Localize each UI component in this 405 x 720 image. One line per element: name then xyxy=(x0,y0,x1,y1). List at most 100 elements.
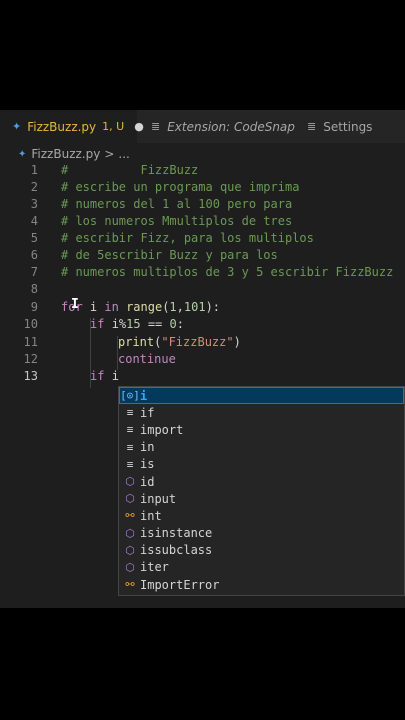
variable-icon: [⊙] xyxy=(120,389,140,403)
number-token: 1 xyxy=(169,300,177,314)
suggestion-label: ImportError xyxy=(140,577,220,592)
class-icon: ⚯ xyxy=(125,509,135,523)
code-line-9[interactable]: for i in range(1,101): xyxy=(61,299,220,316)
line-number: 8 xyxy=(30,282,38,296)
code-line-7[interactable]: # numeros multiplos de 3 y 5 escribir Fi… xyxy=(61,264,393,281)
tab-settings[interactable]: ≣ Settings xyxy=(293,110,405,143)
number-token: 101 xyxy=(183,300,206,314)
line-number: 6 xyxy=(30,248,38,262)
suggestion-item[interactable]: ≡ import xyxy=(119,421,404,438)
method-cube-icon: ⬡ xyxy=(125,560,135,574)
settings-icon: ≣ xyxy=(307,120,317,133)
autocomplete-dropdown[interactable]: [⊙] i ≡ if ≡ import ≡ in ≡ is ⬡ id ⬡ input ⚯ int… xyxy=(118,386,405,596)
suggestion-item[interactable]: ≡ if xyxy=(119,404,404,421)
tab-label: Extension: CodeSnap xyxy=(167,119,295,134)
keyword-icon: ≡ xyxy=(126,440,134,454)
line-number: 1 xyxy=(30,163,38,177)
suggestion-label: input xyxy=(140,491,177,506)
suggestion-item[interactable]: ≡ in xyxy=(119,439,404,456)
code-line-13[interactable]: if i xyxy=(90,368,119,385)
suggestion-label: id xyxy=(140,474,155,489)
keyword-token: in xyxy=(104,300,119,314)
variable-token: i xyxy=(111,317,119,331)
suggestion-label: i xyxy=(140,388,148,403)
line-number: 5 xyxy=(30,231,38,245)
line-number: 11 xyxy=(23,335,38,349)
extension-icon: ≣ xyxy=(151,120,161,133)
keyword-token: if xyxy=(90,369,105,383)
method-cube-icon: ⬡ xyxy=(125,543,135,557)
tab-extension-codesnap[interactable]: ≣ Extension: CodeSnap xyxy=(137,110,295,143)
code-line-1[interactable]: # FizzBuzz xyxy=(61,162,198,179)
tab-bar: ✦ FizzBuzz.py 1, U ● ≣ Extension: CodeSn… xyxy=(0,110,405,143)
line-number: 2 xyxy=(30,180,38,194)
function-token: range xyxy=(126,300,163,314)
chevron-right-icon: > xyxy=(104,147,115,161)
suggestion-label: issubclass xyxy=(140,543,213,558)
suggestion-label: in xyxy=(140,440,155,455)
suggestion-item[interactable]: ⬡ input xyxy=(119,490,404,507)
suggestion-item[interactable]: ≡ is xyxy=(119,456,404,473)
keyword-token: continue xyxy=(118,352,176,366)
suggestion-item[interactable]: ⬡ iter xyxy=(119,559,404,576)
class-icon: ⚯ xyxy=(125,578,135,592)
tab-label: FizzBuzz.py xyxy=(27,119,97,134)
string-token: "FizzBuzz" xyxy=(161,335,234,349)
line-number: 4 xyxy=(30,214,38,228)
code-token: ): xyxy=(205,300,221,314)
code-token: : xyxy=(176,317,184,331)
tab-status: 1, U xyxy=(102,120,125,133)
suggestion-label: iter xyxy=(140,560,169,575)
method-cube-icon: ⬡ xyxy=(125,492,135,506)
suggestion-item[interactable]: [⊙] i xyxy=(119,387,404,405)
code-line-11[interactable]: print("FizzBuzz") xyxy=(118,334,241,351)
keyword-icon: ≡ xyxy=(126,423,134,437)
mouse-text-cursor-icon: I xyxy=(71,297,79,312)
keyword-icon: ≡ xyxy=(126,457,134,471)
code-line-10[interactable]: if i%15 == 0: xyxy=(90,316,184,333)
code-line-3[interactable]: # numeros del 1 al 100 pero para xyxy=(61,196,292,213)
suggestion-item[interactable]: ⬡ id xyxy=(119,473,404,490)
method-cube-icon: ⬡ xyxy=(125,475,135,489)
suggestion-label: isinstance xyxy=(140,526,213,541)
line-number: 10 xyxy=(23,317,38,331)
code-token: , xyxy=(176,300,184,314)
code-line-12[interactable]: continue xyxy=(118,351,176,368)
breadcrumb-file[interactable]: FizzBuzz.py xyxy=(31,147,100,161)
tab-label: Settings xyxy=(323,119,373,134)
code-line-2[interactable]: # escribe un programa que imprima xyxy=(61,179,299,196)
method-cube-icon: ⬡ xyxy=(125,526,135,540)
code-editor[interactable]: ✦ FizzBuzz.py 1, U ● ≣ Extension: CodeSn… xyxy=(0,110,405,608)
suggestion-label: is xyxy=(140,457,155,472)
breadcrumb-rest[interactable]: ... xyxy=(118,147,129,161)
suggestion-item[interactable]: ⬡ issubclass xyxy=(119,542,404,559)
code-line-5[interactable]: # escribir Fizz, para los multiplos xyxy=(61,230,314,247)
function-token: print xyxy=(118,335,155,349)
code-token: i xyxy=(82,300,105,314)
suggestion-item[interactable]: ⚯ int xyxy=(119,507,404,524)
line-number: 9 xyxy=(30,300,38,314)
suggestion-label: int xyxy=(140,508,162,523)
code-token: ) xyxy=(233,335,241,349)
variable-token: i xyxy=(111,369,119,383)
python-icon: ✦ xyxy=(12,120,22,133)
number-token: 0 xyxy=(169,317,177,331)
keyword-token: if xyxy=(90,317,105,331)
line-number-active: 13 xyxy=(23,369,38,383)
line-number: 3 xyxy=(30,197,38,211)
python-icon: ✦ xyxy=(18,148,27,160)
suggestion-item[interactable]: ⚯ ImportError xyxy=(119,576,404,593)
code-line-4[interactable]: # los numeros Mmultiplos de tres xyxy=(61,213,292,230)
code-line-6[interactable]: # de 5escribir Buzz y para los xyxy=(61,247,278,264)
code-token: == xyxy=(140,317,170,331)
line-number: 12 xyxy=(23,352,38,366)
suggestion-item[interactable]: ⬡ isinstance xyxy=(119,525,404,542)
suggestion-label: if xyxy=(140,405,155,420)
line-number: 7 xyxy=(30,265,38,279)
tab-fizzbuzz[interactable]: ✦ FizzBuzz.py 1, U ● xyxy=(0,110,144,143)
suggestion-label: import xyxy=(140,422,184,437)
keyword-icon: ≡ xyxy=(126,406,134,420)
